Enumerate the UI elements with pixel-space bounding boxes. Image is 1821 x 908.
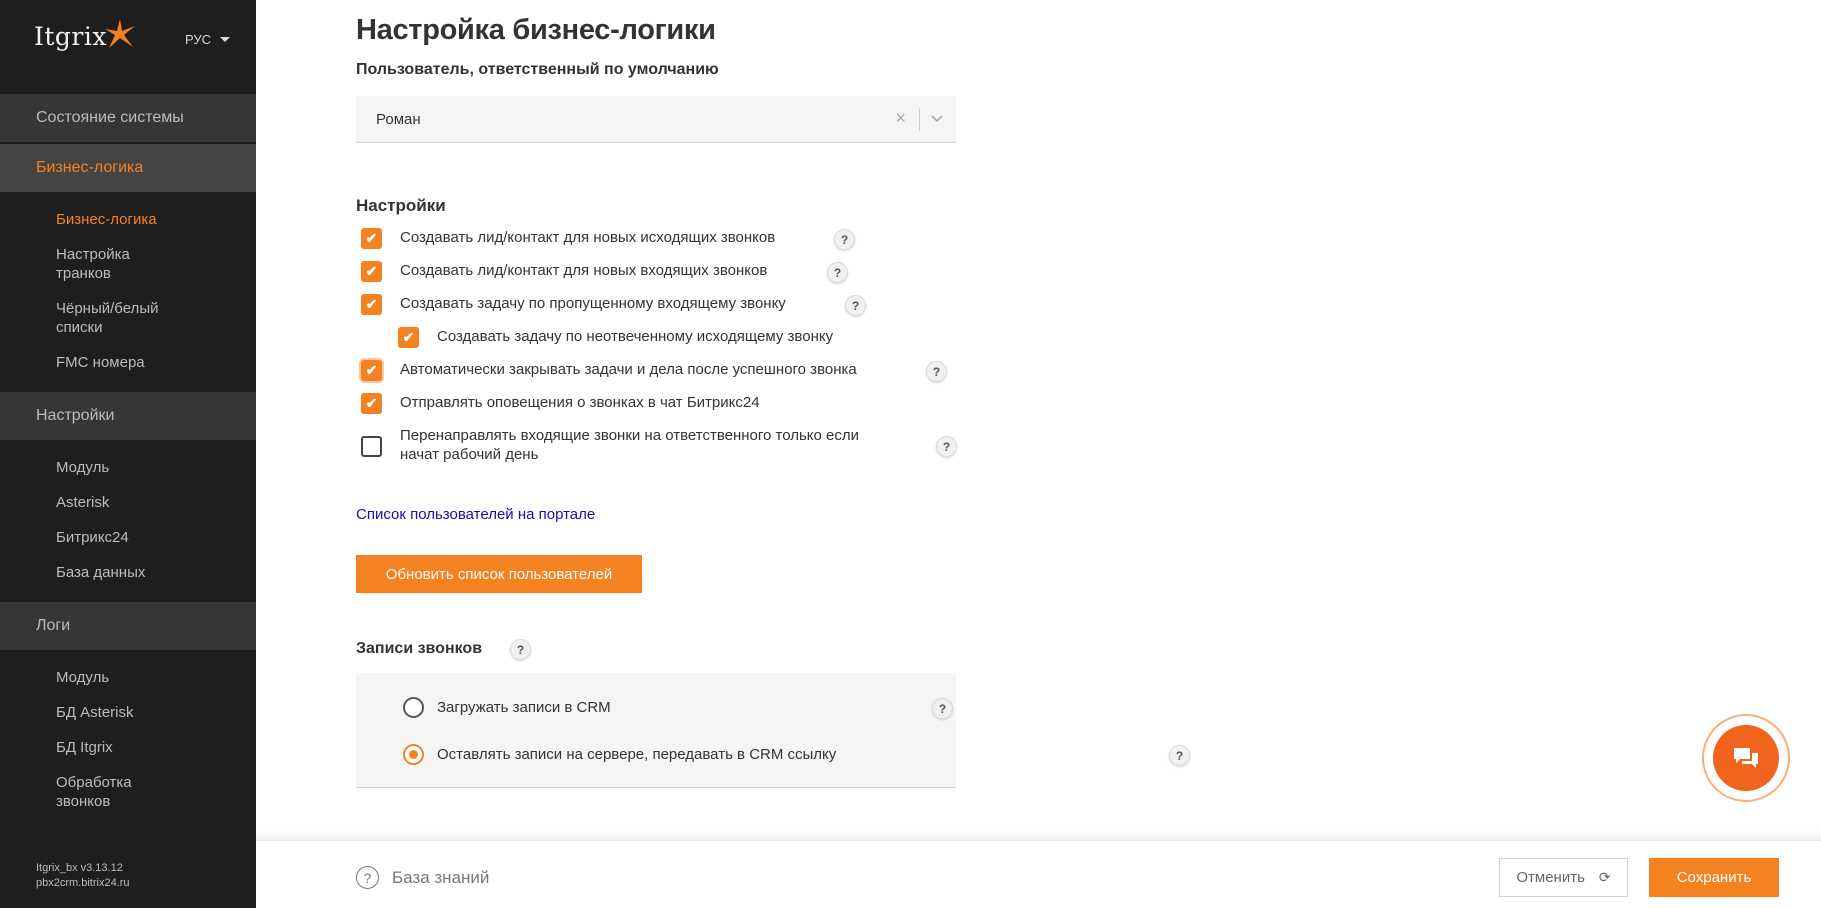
checkbox-label: Создавать лид/контакт для новых входящих… [400,262,768,279]
checkbox-row-redirect[interactable]: Перенаправлять входящие звонки на ответс… [361,426,921,464]
save-button[interactable]: Сохранить [1649,858,1779,897]
checkbox-auto-close[interactable]: ✔ [361,360,382,381]
nav-item-black-white-lists[interactable]: Чёрный/белый списки [56,299,176,337]
recordings-panel: Загружать записи в CRM ? Оставлять запис… [356,673,1190,788]
checkbox-row-chat-notify[interactable]: ✔ Отправлять оповещения о звонках в чат … [361,393,760,414]
nav-item-database[interactable]: База данных [56,563,216,582]
cancel-button[interactable]: Отменить ⟳ [1499,858,1628,897]
users-list-link[interactable]: Список пользователей на портале [356,506,595,523]
cancel-label: Отменить [1516,869,1585,886]
checkbox-unanswered-task[interactable]: ✔ [398,327,419,348]
language-selector[interactable]: РУС [185,32,231,47]
help-icon[interactable]: ? [845,295,866,316]
knowledge-base-label: База знаний [392,867,490,887]
nav-item-logs-itgrix-db[interactable]: БД Itgrix [56,738,216,757]
nav-section-system-status[interactable]: Состояние системы [0,94,256,142]
clear-icon[interactable]: × [895,108,906,129]
nav-item-logs-asterisk-db[interactable]: БД Asterisk [56,703,216,722]
nav-section-settings[interactable]: Настройки [0,392,256,440]
sidebar: Itgrix РУС Состояние системы Бизнес-логи… [0,0,256,908]
default-user-value: Роман [376,110,421,128]
page-title: Настройка бизнес-логики [356,14,716,46]
logo-star-icon [104,18,135,48]
logo-text: Itgrix [34,22,107,51]
nav-item-trunks[interactable]: Настройка транков [56,245,176,283]
nav-section-business-logic[interactable]: Бизнес-логика [0,144,256,192]
chevron-down-icon[interactable] [930,108,944,130]
nav-item-bitrix24[interactable]: Битрикс24 [56,528,216,547]
recordings-label: Записи звонков [356,640,483,657]
radio-upload-to-crm[interactable] [403,697,424,718]
checkbox-label: Перенаправлять входящие звонки на ответс… [400,427,860,463]
checkbox-redirect[interactable] [361,436,382,457]
nav-item-logs-call-processing[interactable]: Обработка звонков [56,773,156,811]
checkbox-label: Автоматически закрывать задачи и дела по… [400,361,857,378]
settings-label: Настройки [356,196,446,215]
checkbox-missed-task[interactable]: ✔ [361,294,382,315]
footer-shadow [256,830,1821,840]
nav-item-asterisk[interactable]: Asterisk [56,493,216,512]
radio-row-keep-on-server[interactable]: Оставлять записи на сервере, передавать … [403,744,836,765]
radio-keep-on-server[interactable] [403,744,424,765]
select-divider [919,108,920,131]
knowledge-base-link[interactable]: ? База знаний [356,866,489,889]
nav-section-logs[interactable]: Логи [0,602,256,650]
radio-label: Оставлять записи на сервере, передавать … [437,746,837,763]
version-text: Itgrix_bx v3.13.12 [36,862,123,874]
help-icon[interactable]: ? [1169,745,1190,766]
help-icon[interactable]: ? [926,361,947,382]
checkbox-row-outgoing-lead[interactable]: ✔ Создавать лид/контакт для новых исходя… [361,228,775,249]
checkbox-chat-notify[interactable]: ✔ [361,393,382,414]
checkbox-row-incoming-lead[interactable]: ✔ Создавать лид/контакт для новых входящ… [361,261,767,282]
chat-button-inner [1713,725,1779,791]
help-icon[interactable]: ? [510,639,531,660]
question-circle-icon: ? [356,866,379,889]
checkbox-label: Создавать задачу по пропущенному входяще… [400,295,786,312]
checkbox-row-unanswered-task[interactable]: ✔ Создавать задачу по неотвеченному исхо… [398,327,833,348]
nav-item-fmc[interactable]: FMC номера [56,353,216,372]
nav-item-module[interactable]: Модуль [56,458,216,477]
checkbox-label: Создавать задачу по неотвеченному исходя… [437,328,834,345]
main-content: Настройка бизнес-логики Пользователь, от… [256,0,1821,908]
help-icon[interactable]: ? [932,698,953,719]
checkbox-row-auto-close[interactable]: ✔ Автоматически закрывать задачи и дела … [361,360,857,381]
version-info: Itgrix_bx v3.13.12 pbx2crm.bitrix24.ru [36,861,130,891]
checkbox-incoming-lead[interactable]: ✔ [361,261,382,282]
radio-label: Загружать записи в CRM [437,699,611,716]
chat-widget-button[interactable] [1702,714,1790,802]
default-user-label: Пользователь, ответственный по умолчанию [356,61,719,78]
refresh-users-button[interactable]: Обновить список пользователей [356,555,642,593]
logo[interactable]: Itgrix [34,18,137,51]
nav-item-logs-module[interactable]: Модуль [56,668,216,687]
chat-icon [1734,748,1758,768]
nav-item-business-logic[interactable]: Бизнес-логика [56,210,216,229]
checkbox-outgoing-lead[interactable]: ✔ [361,228,382,249]
checkbox-label: Создавать лид/контакт для новых исходящи… [400,229,776,246]
default-user-select[interactable]: Роман × [356,96,956,143]
host-text: pbx2crm.bitrix24.ru [36,877,130,889]
help-icon[interactable]: ? [936,436,957,457]
chevron-down-icon [220,37,231,42]
footer-bar: ? База знаний Отменить ⟳ Сохранить [256,840,1821,908]
radio-row-upload[interactable]: Загружать записи в CRM [403,697,611,718]
language-label: РУС [185,32,212,47]
help-icon[interactable]: ? [827,262,848,283]
refresh-icon: ⟳ [1598,869,1611,885]
help-icon[interactable]: ? [834,229,855,250]
checkbox-row-missed-task[interactable]: ✔ Создавать задачу по пропущенному входя… [361,294,786,315]
checkbox-label: Отправлять оповещения о звонках в чат Би… [400,394,760,411]
